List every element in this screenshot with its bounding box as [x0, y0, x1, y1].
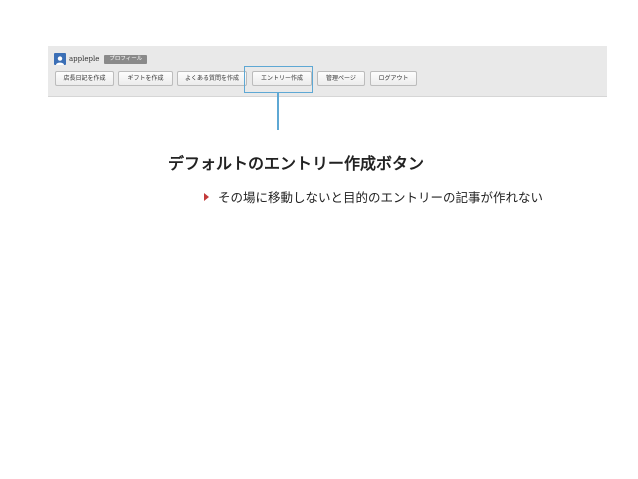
- create-store-diary-button[interactable]: 店長日記を作成: [55, 71, 114, 86]
- create-gift-button[interactable]: ギフトを作成: [118, 71, 173, 86]
- admin-toolbar: appleple プロフィール 店長日記を作成 ギフトを作成 よくある質問を作成…: [48, 46, 607, 97]
- user-info: appleple プロフィール: [54, 52, 148, 66]
- annotation-heading: デフォルトのエントリー作成ボタン: [168, 154, 425, 173]
- logout-button[interactable]: ログアウト: [370, 71, 417, 86]
- username[interactable]: appleple: [69, 55, 99, 63]
- create-entry-highlight-box: [244, 66, 313, 93]
- annotation-bullet-item: その場に移動しないと目的のエントリーの記事が作れない: [204, 187, 543, 206]
- triangle-bullet-icon: [204, 192, 209, 201]
- user-avatar-icon: [54, 53, 66, 65]
- profile-button[interactable]: プロフィール: [104, 54, 148, 64]
- create-faq-button[interactable]: よくある質問を作成: [177, 71, 247, 86]
- annotation-connector-line: [277, 93, 279, 130]
- admin-page-button[interactable]: 管理ページ: [317, 71, 365, 86]
- annotation-bullet-text: その場に移動しないと目的のエントリーの記事が作れない: [218, 190, 544, 205]
